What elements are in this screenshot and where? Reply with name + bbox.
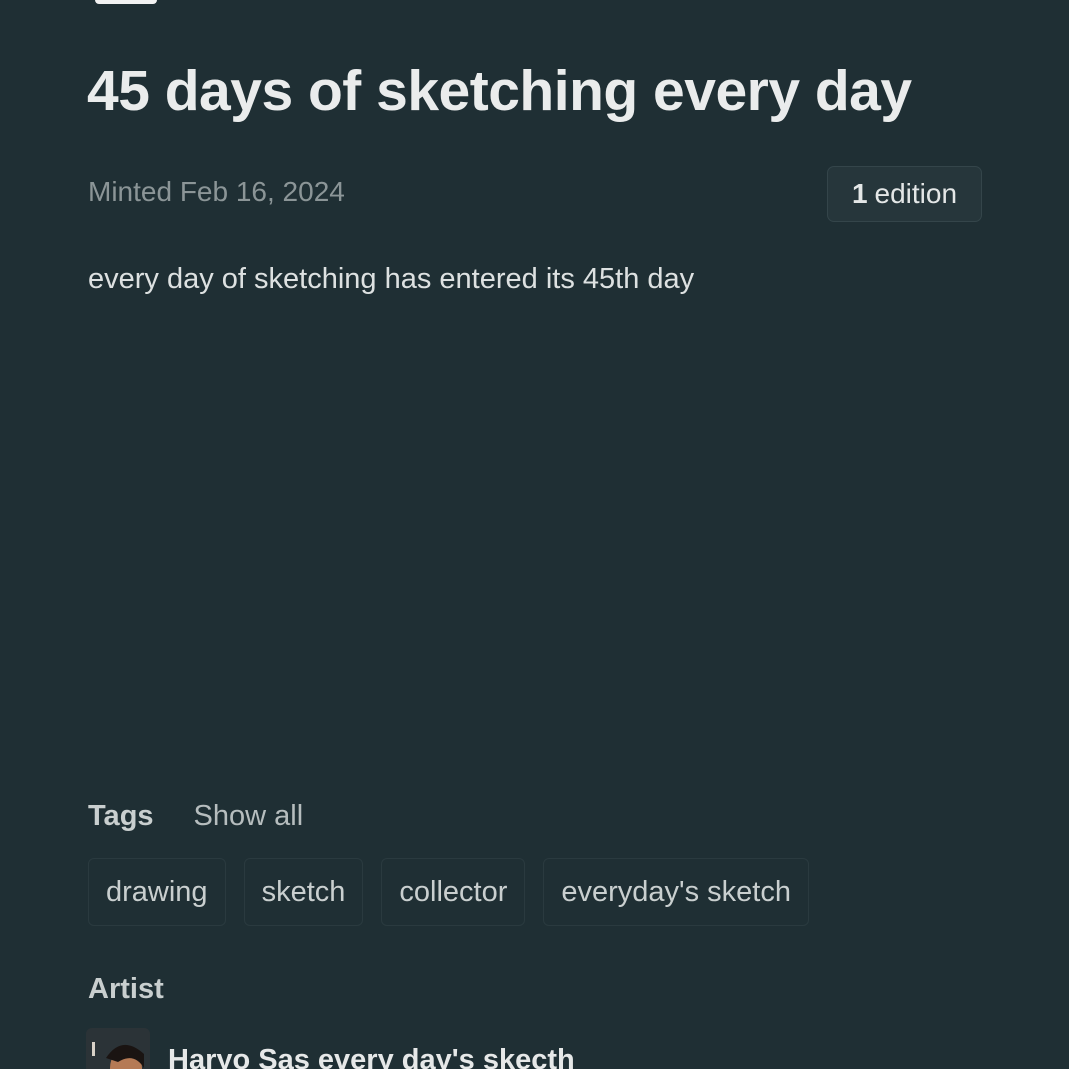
artist-avatar-image <box>86 1028 150 1069</box>
artist-row[interactable]: Haryo Sas every day's skecth <box>86 1028 575 1069</box>
top-thumbnail[interactable] <box>95 0 157 4</box>
edition-label: edition <box>874 178 958 209</box>
avatar[interactable] <box>86 1028 150 1069</box>
tag-chip[interactable]: drawing <box>88 858 226 926</box>
tags-label: Tags <box>88 800 154 832</box>
edition-count: 1 <box>851 178 868 209</box>
nft-description: every day of sketching has entered its 4… <box>88 263 695 295</box>
minted-date: Minted Feb 16, 2024 <box>88 176 345 207</box>
edition-badge: 1 edition <box>827 166 982 222</box>
artist-section-label: Artist <box>88 973 164 1005</box>
nft-detail-page: 45 days of sketching every day Minted Fe… <box>0 0 1069 1069</box>
tags-header: Tags Show all <box>88 800 303 833</box>
tag-chip[interactable]: everyday's sketch <box>543 858 809 926</box>
tag-chip[interactable]: sketch <box>243 858 364 926</box>
tag-chip[interactable]: collector <box>381 858 526 926</box>
tags-list: drawing sketch collector everyday's sket… <box>88 858 809 926</box>
show-all-tags-link[interactable]: Show all <box>194 800 304 833</box>
artist-name-link[interactable]: Haryo Sas every day's skecth <box>168 1044 575 1069</box>
nft-title: 45 days of sketching every day <box>87 59 912 123</box>
